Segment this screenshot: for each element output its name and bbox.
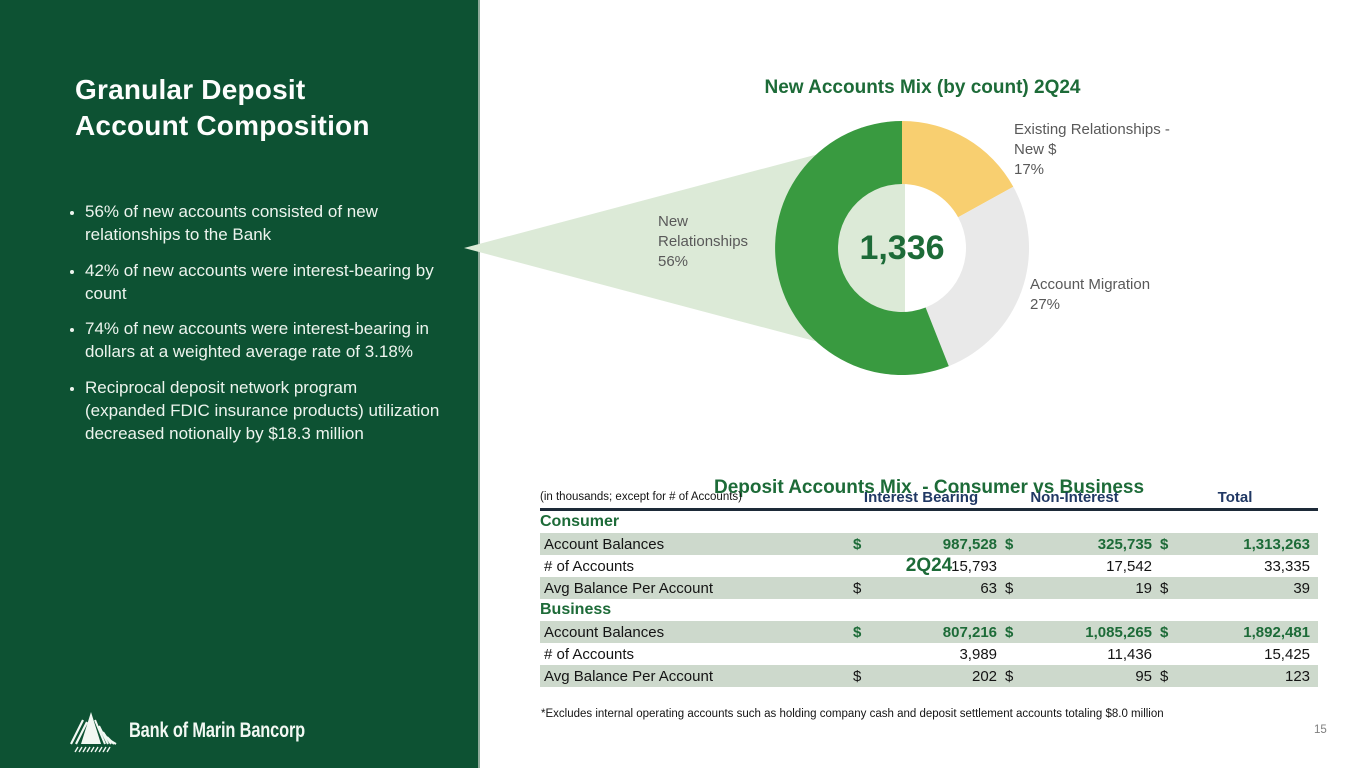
currency-symbol-empty — [1152, 555, 1180, 577]
bullet-item-3: 74% of new accounts were interest-bearin… — [85, 317, 441, 364]
currency-symbol: $ — [1152, 533, 1180, 555]
table-units-note: (in thousands; except for # of Accounts) — [540, 486, 845, 510]
row-label: Avg Balance Per Account — [540, 577, 845, 599]
currency-symbol: $ — [997, 533, 1025, 555]
cell-value: 39 — [1180, 577, 1318, 599]
bullet-item-2: 42% of new accounts were interest-bearin… — [85, 259, 441, 306]
presentation-slide: Granular Deposit Account Composition 56% … — [0, 0, 1365, 768]
column-header-total: Total — [1152, 486, 1318, 510]
cell-value: 3,989 — [870, 643, 997, 665]
label-line: New $ — [1014, 140, 1170, 160]
cell-value: 95 — [1025, 665, 1152, 687]
currency-symbol: $ — [845, 665, 870, 687]
currency-symbol-empty — [845, 555, 870, 577]
currency-symbol: $ — [845, 577, 870, 599]
currency-symbol: $ — [1152, 577, 1180, 599]
table-row: # of Accounts 3,989 11,436 15,425 — [540, 643, 1318, 665]
cell-value: 123 — [1180, 665, 1318, 687]
donut-chart-title: New Accounts Mix (by count) 2Q24 — [480, 77, 1365, 99]
donut-chart — [762, 108, 1042, 388]
section-row-consumer: Consumer — [540, 510, 1318, 534]
cell-value: 1,892,481 — [1180, 621, 1318, 643]
cell-value: 15,793 — [870, 555, 997, 577]
cell-value: 987,528 — [870, 533, 997, 555]
cell-value: 19 — [1025, 577, 1152, 599]
label-line: Relationships — [658, 232, 748, 252]
row-label: Account Balances — [540, 533, 845, 555]
cell-value: 15,425 — [1180, 643, 1318, 665]
label-line: 56% — [658, 252, 748, 272]
currency-symbol: $ — [997, 665, 1025, 687]
currency-symbol: $ — [1152, 665, 1180, 687]
company-logo-text: Bank of Marin Bancorp — [129, 719, 305, 743]
cell-value: 1,313,263 — [1180, 533, 1318, 555]
slide-title-line2: Account Composition — [75, 110, 370, 141]
row-label: # of Accounts — [540, 555, 845, 577]
label-line: 27% — [1030, 295, 1150, 315]
currency-symbol: $ — [997, 621, 1025, 643]
company-logo: Bank of Marin Bancorp — [70, 708, 355, 754]
currency-symbol: $ — [845, 621, 870, 643]
cell-value: 807,216 — [870, 621, 997, 643]
table-row: Account Balances $ 807,216 $ 1,085,265 $… — [540, 621, 1318, 643]
donut-slice-account-migration — [926, 187, 1029, 366]
deposit-accounts-table: (in thousands; except for # of Accounts)… — [540, 486, 1318, 687]
column-header-non-interest: Non-Interest — [997, 486, 1152, 510]
currency-symbol-empty — [997, 555, 1025, 577]
currency-symbol-empty — [997, 643, 1025, 665]
cell-value: 325,735 — [1025, 533, 1152, 555]
row-label: # of Accounts — [540, 643, 845, 665]
label-new-relationships: New Relationships 56% — [658, 212, 748, 272]
label-account-migration: Account Migration 27% — [1030, 275, 1150, 315]
label-line: New — [658, 212, 748, 232]
cell-value: 17,542 — [1025, 555, 1152, 577]
currency-symbol: $ — [1152, 621, 1180, 643]
label-line: Account Migration — [1030, 275, 1150, 295]
section-row-business: Business — [540, 599, 1318, 621]
table-header-row: (in thousands; except for # of Accounts)… — [540, 486, 1318, 510]
label-line: 17% — [1014, 160, 1170, 180]
page-number: 15 — [1314, 724, 1327, 736]
cell-value: 63 — [870, 577, 997, 599]
section-label: Consumer — [540, 510, 1318, 534]
row-label: Account Balances — [540, 621, 845, 643]
bullet-item-4: Reciprocal deposit network program (expa… — [85, 376, 441, 446]
currency-symbol: $ — [845, 533, 870, 555]
slide-title-line1: Granular Deposit — [75, 74, 305, 105]
cell-value: 202 — [870, 665, 997, 687]
bullet-item-1: 56% of new accounts consisted of new rel… — [85, 200, 441, 247]
cell-value: 33,335 — [1180, 555, 1318, 577]
label-line: Existing Relationships - — [1014, 120, 1170, 140]
cell-value: 1,085,265 — [1025, 621, 1152, 643]
column-header-interest-bearing: Interest Bearing — [845, 486, 997, 510]
mountain-logo-icon — [70, 708, 120, 754]
cell-value: 11,436 — [1025, 643, 1152, 665]
table-row: Account Balances $ 987,528 $ 325,735 $ 1… — [540, 533, 1318, 555]
table-row: Avg Balance Per Account $ 63 $ 19 $ 39 — [540, 577, 1318, 599]
bullet-list: 56% of new accounts consisted of new rel… — [64, 200, 441, 458]
table-footnote: *Excludes internal operating accounts su… — [541, 708, 1164, 720]
slide-title: Granular Deposit Account Composition — [75, 72, 435, 144]
table-row: Avg Balance Per Account $ 202 $ 95 $ 123 — [540, 665, 1318, 687]
label-existing-relationships: Existing Relationships - New $ 17% — [1014, 120, 1170, 180]
sidebar-panel: Granular Deposit Account Composition 56% … — [0, 0, 480, 768]
row-label: Avg Balance Per Account — [540, 665, 845, 687]
section-label: Business — [540, 599, 1318, 621]
currency-symbol-empty — [845, 643, 870, 665]
table-row: # of Accounts 15,793 17,542 33,335 — [540, 555, 1318, 577]
currency-symbol: $ — [997, 577, 1025, 599]
currency-symbol-empty — [1152, 643, 1180, 665]
